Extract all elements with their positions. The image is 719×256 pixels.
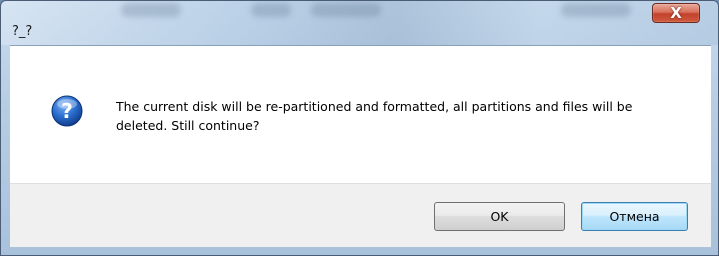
- dialog-window: ?_? X ? The current disk will be re-part…: [0, 0, 719, 256]
- background-window-blur: [311, 3, 381, 17]
- dialog-content: ? The current disk will be re-partitione…: [10, 45, 711, 247]
- close-icon: X: [670, 3, 682, 22]
- ok-button[interactable]: OK: [434, 202, 565, 231]
- question-icon: ?: [51, 95, 83, 127]
- background-window-blur: [561, 3, 631, 17]
- close-button[interactable]: X: [652, 3, 700, 23]
- window-title: ?_?: [12, 24, 33, 39]
- background-window-blur: [251, 3, 291, 17]
- dialog-message: The current disk will be re-partitioned …: [116, 99, 633, 133]
- background-window-blur: [121, 3, 181, 17]
- title-bar[interactable]: ?_? X: [1, 1, 718, 45]
- svg-text:?: ?: [61, 99, 73, 123]
- cancel-button[interactable]: Отмена: [581, 202, 688, 231]
